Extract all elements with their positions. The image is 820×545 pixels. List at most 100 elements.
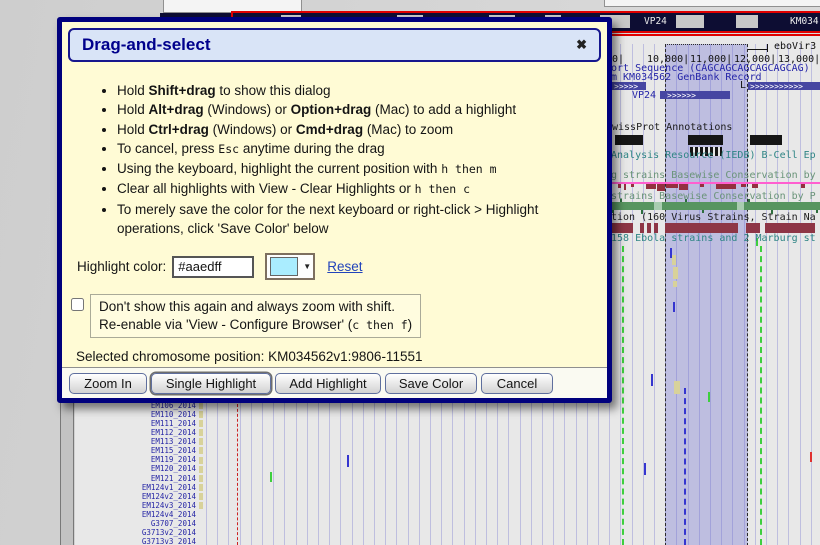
- reset-link[interactable]: Reset: [327, 259, 362, 274]
- single-highlight-button[interactable]: Single Highlight: [151, 373, 271, 394]
- dashed-marker-line: [237, 404, 238, 545]
- track-rect: [618, 184, 621, 188]
- track-text: 158 Ebola strains and 2 Marburg st: [611, 234, 816, 244]
- add-highlight-button[interactable]: Add Highlight: [275, 373, 381, 394]
- strain-row-label: EM113_2014: [75, 437, 196, 446]
- track-text: L: [740, 81, 746, 91]
- gridline: [777, 44, 778, 545]
- text-segment: Esc: [218, 142, 239, 156]
- track-rect: [676, 15, 704, 28]
- zoom-in-button[interactable]: Zoom In: [69, 373, 147, 394]
- highlight-color-label: Highlight color:: [77, 259, 166, 274]
- text-segment: Hold: [117, 102, 149, 117]
- track-rect: [748, 49, 768, 50]
- track-text: tion (160 Virus Strains, Strain Na: [611, 213, 816, 223]
- drag-select-dialog: Drag-and-select ✖ Hold Shift+drag to sho…: [57, 17, 612, 403]
- highlight-color-input[interactable]: [172, 256, 254, 278]
- track-rect: [199, 466, 203, 473]
- track-rect: [608, 202, 820, 210]
- track-rect: [199, 475, 203, 482]
- track-rect: [199, 402, 203, 409]
- track-rect: [737, 202, 744, 210]
- instruction-list: Hold Shift+drag to show this dialogHold …: [62, 81, 582, 238]
- text-segment: To cancel, press: [117, 141, 218, 156]
- text-segment: c then f: [352, 318, 407, 332]
- instruction-item: To merely save the color for the next ke…: [117, 200, 582, 239]
- text-segment: (Windows) or: [204, 102, 291, 117]
- track-rect: [657, 184, 665, 191]
- dialog-title: Drag-and-select: [82, 35, 210, 55]
- track-text: Analysis Resource (IEDB) B-Cell Ep: [611, 151, 816, 161]
- track-rect: [647, 223, 651, 233]
- gridline: [811, 44, 812, 545]
- strain-row-label: EM112_2014: [75, 428, 196, 437]
- dialog-header: Drag-and-select ✖: [68, 28, 601, 62]
- selection-highlight[interactable]: [665, 44, 748, 545]
- track-rect: [750, 135, 782, 145]
- track-rect: [654, 202, 662, 210]
- dashed-marker-line: [684, 388, 686, 545]
- text-segment: Shift+drag: [149, 83, 216, 98]
- text-segment: To merely save the color for the next ke…: [117, 202, 538, 236]
- track-rect: [810, 452, 812, 462]
- cancel-button[interactable]: Cancel: [481, 373, 553, 394]
- gridline: [800, 44, 801, 545]
- track-rect: [270, 472, 272, 482]
- dont-show-row: Don't show this again and always zoom wi…: [71, 294, 421, 338]
- position-text: Selected chromosome position: KM034562v1…: [76, 349, 422, 364]
- gridline: [788, 44, 789, 545]
- track-rect: [654, 223, 658, 233]
- dont-show-checkbox[interactable]: [71, 298, 84, 311]
- strain-row-label: EM121_2014: [75, 474, 196, 483]
- track-rect: [688, 135, 723, 145]
- track-text: VP24: [644, 17, 667, 27]
- track-rect: [199, 457, 203, 464]
- track-rect: [665, 223, 738, 233]
- text-segment: Hold: [117, 122, 149, 137]
- text-segment: (Mac) to zoom: [363, 122, 453, 137]
- strain-row-label: EM124v1_2014: [75, 483, 196, 492]
- track-text: VP24: [632, 91, 656, 101]
- checkbox-label-box: Don't show this again and always zoom wi…: [90, 294, 421, 338]
- instruction-item: Clear all highlights with View - Clear H…: [117, 179, 582, 199]
- track-rect: [666, 184, 678, 188]
- text-segment: anytime during the drag: [239, 141, 385, 156]
- gridline: [632, 44, 633, 545]
- checkbox-line1: Don't show this again and always zoom wi…: [99, 298, 412, 316]
- gridline: [654, 44, 655, 545]
- track-rect: [199, 411, 203, 418]
- track-text: strains Basewise Conservation by P: [611, 192, 816, 202]
- text-segment: Option+drag: [291, 102, 372, 117]
- text-segment: h then c: [415, 182, 470, 196]
- track-rect: [347, 455, 349, 467]
- track-rect: [199, 420, 203, 427]
- track-rect: [673, 267, 678, 279]
- strain-row-label: EM124v4_2014: [75, 510, 196, 519]
- text-segment: Clear all highlights with View - Clear H…: [117, 181, 415, 196]
- color-swatch-dropdown[interactable]: ▼: [265, 253, 315, 280]
- track-rect: [767, 44, 768, 52]
- track-rect: [672, 255, 676, 265]
- dialog-footer: Zoom InSingle HighlightAdd HighlightSave…: [62, 367, 607, 398]
- track-rect: [816, 210, 818, 213]
- text-segment: Cmd+drag: [296, 122, 363, 137]
- track-rect: [199, 502, 203, 509]
- track-rect: [199, 429, 203, 436]
- close-icon[interactable]: ✖: [576, 37, 587, 53]
- text-segment: Alt+drag: [149, 102, 204, 117]
- save-color-button[interactable]: Save Color: [385, 373, 477, 394]
- strain-row-label: EM124v3_2014: [75, 501, 196, 510]
- dashed-marker-line: [622, 246, 624, 545]
- strain-row-label: G3713v2_2014: [75, 528, 196, 537]
- track-rect: [752, 184, 758, 188]
- track-text: >>>>>>>>>>>: [750, 83, 803, 91]
- track-rect: [716, 184, 736, 189]
- text-segment: (Windows) or: [209, 122, 296, 137]
- track-rect: [708, 392, 710, 402]
- text-segment: Re-enable via 'View - Configure Browser'…: [99, 317, 352, 332]
- track-rect: [646, 184, 656, 189]
- track-rect: [199, 447, 203, 454]
- track-rect: [624, 184, 626, 190]
- track-rect: [199, 493, 203, 500]
- track-rect: [199, 438, 203, 445]
